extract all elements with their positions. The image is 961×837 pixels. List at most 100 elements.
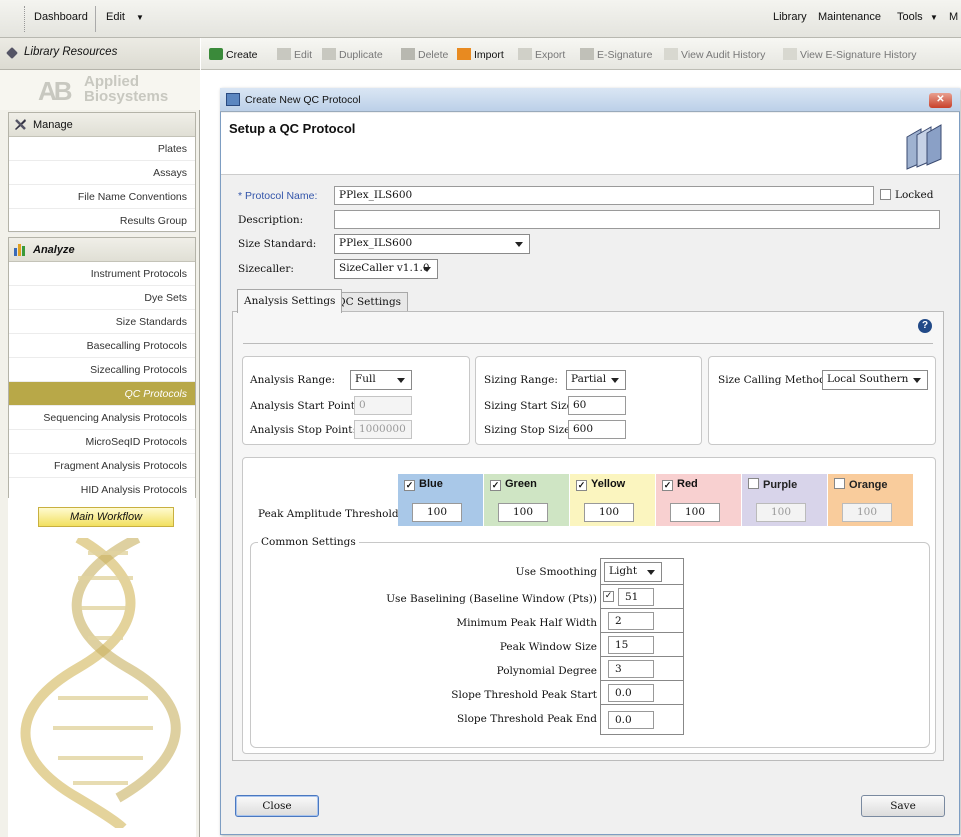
description-input[interactable] — [334, 210, 940, 229]
e-signature-icon — [580, 48, 594, 60]
sidebar-item-sequencing-analysis-protocols[interactable]: Sequencing Analysis Protocols — [9, 406, 195, 430]
menu-more[interactable]: M — [949, 11, 958, 23]
channel-orange-checkbox[interactable] — [834, 478, 845, 489]
analysis-range-select[interactable]: Full — [350, 370, 412, 390]
close-icon[interactable]: ✕ — [929, 93, 952, 108]
sizing-stop-input[interactable]: 600 — [568, 420, 626, 439]
applied-biosystems-logo: AB Applied Biosystems — [0, 70, 200, 110]
analyze-header[interactable]: Analyze — [9, 238, 195, 262]
sizecaller-select[interactable]: SizeCaller v1.1.0 — [334, 259, 438, 279]
menu-maintenance[interactable]: Maintenance — [818, 11, 881, 23]
chevron-down-icon — [397, 378, 405, 383]
channel-yellow-checkbox[interactable]: ✓ — [576, 480, 587, 491]
main-workflow-button[interactable]: Main Workflow — [38, 507, 174, 527]
channel-green-checkbox[interactable]: ✓ — [490, 480, 501, 491]
menu-library[interactable]: Library — [773, 11, 807, 23]
audit-icon — [664, 48, 678, 60]
view-e-signature-history-button[interactable]: View E-Signature History — [783, 48, 917, 61]
channel-red-checkbox[interactable]: ✓ — [662, 480, 673, 491]
channel-yellow-name: Yellow — [591, 478, 626, 490]
channel-blue-threshold-input[interactable]: 100 — [412, 503, 462, 522]
sidebar-item-assays[interactable]: Assays — [9, 161, 195, 185]
slope-threshold-start-input[interactable]: 0.0 — [608, 684, 654, 702]
sidebar-item-size-standards[interactable]: Size Standards — [9, 310, 195, 334]
export-button[interactable]: Export — [518, 48, 565, 61]
dialog-title: Create New QC Protocol — [245, 94, 361, 106]
analysis-range-value: Full — [355, 373, 376, 385]
channel-red-header: ✓ Red — [662, 478, 698, 491]
manage-header[interactable]: Manage — [9, 113, 195, 137]
view-audit-history-button[interactable]: View Audit History — [664, 48, 765, 61]
analysis-start-input[interactable]: 0 — [354, 396, 412, 415]
menu-tools[interactable]: Tools — [897, 11, 923, 23]
tab-analysis-settings[interactable]: Analysis Settings — [237, 289, 343, 313]
channel-purple-checkbox[interactable] — [748, 478, 759, 489]
sidebar-item-basecalling-protocols[interactable]: Basecalling Protocols — [9, 334, 195, 358]
close-button[interactable]: Close — [235, 795, 319, 817]
polynomial-degree-label: Polynomial Degree — [496, 665, 597, 677]
dialog-heading: Setup a QC Protocol — [229, 121, 356, 136]
e-signature-button[interactable]: E-Signature — [580, 48, 652, 61]
chevron-down-icon — [611, 378, 619, 383]
channel-purple-threshold-input[interactable]: 100 — [756, 503, 806, 522]
smoothing-select[interactable]: Light — [604, 562, 662, 582]
channel-blue-checkbox[interactable]: ✓ — [404, 480, 415, 491]
create-icon — [209, 48, 223, 60]
channel-orange-column: Orange 100 — [828, 474, 913, 526]
size-calling-method-value: Local Southern — [827, 373, 909, 385]
channel-blue-name: Blue — [419, 478, 443, 490]
save-button[interactable]: Save — [861, 795, 945, 817]
sidebar-item-fragment-analysis-protocols[interactable]: Fragment Analysis Protocols — [9, 454, 195, 478]
common-settings-title: Common Settings — [258, 536, 359, 548]
polynomial-degree-input[interactable]: 3 — [608, 660, 654, 678]
menu-edit[interactable]: Edit — [106, 11, 125, 23]
sidebar-item-plates[interactable]: Plates — [9, 137, 195, 161]
edit-icon — [277, 48, 291, 60]
baselining-input[interactable]: 51 — [618, 588, 654, 606]
analysis-stop-input[interactable]: 1000000 — [354, 420, 412, 439]
chevron-down-icon — [913, 378, 921, 383]
smoothing-value: Light — [609, 565, 638, 577]
sidebar-item-results-group[interactable]: Results Group — [9, 209, 195, 233]
sidebar-item-instrument-protocols[interactable]: Instrument Protocols — [9, 262, 195, 286]
min-peak-half-width-input[interactable]: 2 — [608, 612, 654, 630]
channel-green-header: ✓ Green — [490, 478, 537, 491]
help-icon[interactable]: ? — [918, 319, 932, 333]
menu-dashboard[interactable]: Dashboard — [34, 11, 88, 23]
channel-purple-header: Purple — [748, 478, 797, 491]
channel-green-threshold-input[interactable]: 100 — [498, 503, 548, 522]
esig-history-icon — [783, 48, 797, 60]
create-label: Create — [226, 49, 258, 61]
sidebar-item-file-name-conventions[interactable]: File Name Conventions — [9, 185, 195, 209]
create-button[interactable]: Create — [209, 48, 258, 61]
sidebar-item-dye-sets[interactable]: Dye Sets — [9, 286, 195, 310]
peak-window-size-input[interactable]: 15 — [608, 636, 654, 654]
locked-checkbox[interactable] — [880, 189, 891, 200]
sidebar-item-qc-protocols[interactable]: QC Protocols — [9, 382, 195, 406]
channel-red-column: ✓ Red 100 — [656, 474, 741, 526]
channel-orange-threshold-input[interactable]: 100 — [842, 503, 892, 522]
protocol-name-input[interactable]: PPlex_ILS600 — [334, 186, 874, 205]
delete-label: Delete — [418, 49, 449, 61]
slope-threshold-end-input[interactable]: 0.0 — [608, 711, 654, 729]
sidebar-item-sizecalling-protocols[interactable]: Sizecalling Protocols — [9, 358, 195, 382]
size-standard-select[interactable]: PPlex_ILS600 — [334, 234, 530, 254]
edit-button[interactable]: Edit — [277, 48, 312, 61]
channel-red-threshold-input[interactable]: 100 — [670, 503, 720, 522]
chevron-down-icon — [515, 242, 523, 247]
channel-yellow-threshold-input[interactable]: 100 — [584, 503, 634, 522]
sizing-start-input[interactable]: 60 — [568, 396, 626, 415]
size-calling-method-select[interactable]: Local Southern — [822, 370, 928, 390]
chevron-down-icon[interactable]: ▼ — [930, 13, 938, 22]
polynomial-degree-row: 3 — [600, 657, 684, 681]
analysis-start-label: Analysis Start Point: — [250, 400, 359, 412]
delete-button[interactable]: Delete — [401, 48, 448, 61]
workflow-panel — [8, 498, 196, 837]
sidebar-item-microseqid-protocols[interactable]: MicroSeqID Protocols — [9, 430, 195, 454]
channel-yellow-header: ✓ Yellow — [576, 478, 625, 491]
duplicate-button[interactable]: Duplicate — [322, 48, 383, 61]
sizing-range-select[interactable]: Partial — [566, 370, 626, 390]
import-button[interactable]: Import — [457, 48, 504, 61]
baselining-checkbox[interactable]: ✓ — [603, 591, 614, 602]
chevron-down-icon[interactable]: ▼ — [136, 13, 144, 22]
